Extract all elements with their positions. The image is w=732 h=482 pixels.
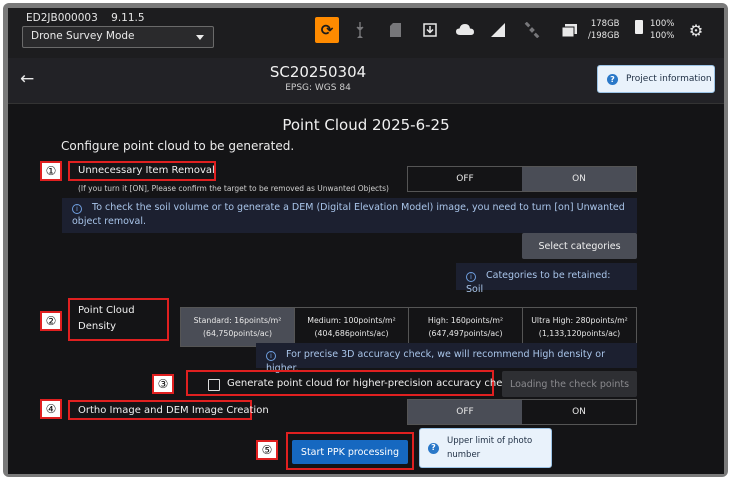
start-ppk-button[interactable]: Start PPK processing (292, 440, 408, 464)
signal-icon (486, 17, 510, 43)
density-label-line2: Density (78, 321, 117, 332)
device-id: ED2JB000003 (26, 12, 98, 24)
soil-volume-info-text: To check the soil volume or to generate … (72, 202, 625, 227)
info-icon: i (72, 204, 82, 214)
select-categories-button[interactable]: Select categories (522, 233, 637, 259)
ortho-off-option[interactable]: OFF (408, 400, 522, 424)
density-option-subtext: (1,133,120points/ac) (538, 329, 621, 338)
cloud-icon[interactable] (453, 17, 477, 43)
density-label-line1: Point Cloud (78, 305, 135, 316)
project-info-label: Project information (626, 74, 712, 84)
density-option-high[interactable]: High: 160points/m² (647,497points/ac) (409, 308, 523, 346)
page-title: Point Cloud 2025-6-25 (282, 116, 450, 134)
density-option-text: Standard: 16points/m² (193, 316, 282, 325)
project-title: SC20250304 (269, 63, 367, 81)
accuracy-checkbox[interactable] (208, 379, 220, 391)
density-info: i For precise 3D accuracy check, we will … (256, 343, 637, 374)
storage-readout: 178GB /198GB (588, 18, 620, 42)
satellite-icon[interactable] (520, 17, 544, 43)
mode-select[interactable]: Drone Survey Mode (22, 26, 214, 48)
project-crs: EPSG: WGS 84 (285, 83, 351, 93)
density-option-subtext: (404,686points/ac) (314, 329, 389, 338)
density-option-text: Ultra High: 280points/m² (531, 316, 628, 325)
ortho-dem-toggle: OFF ON (407, 399, 637, 425)
battery-level-2: 100% (650, 31, 675, 41)
sd-card-icon[interactable] (383, 17, 407, 43)
unnecessary-removal-note: (If you turn it [ON], Please confirm the… (78, 184, 389, 193)
battery-icon (635, 20, 643, 34)
accuracy-checkbox-label[interactable]: Generate point cloud for higher-precisio… (227, 378, 517, 389)
project-info-button[interactable]: ? Project information (597, 65, 715, 93)
unnecessary-off-option[interactable]: OFF (408, 167, 522, 191)
share-icon[interactable]: ⟳ (315, 17, 339, 43)
page-subtitle: Configure point cloud to be generated. (61, 139, 295, 153)
density-option-medium[interactable]: Medium: 100points/m² (404,686points/ac) (295, 308, 409, 346)
density-option-text: Medium: 100points/m² (307, 316, 396, 325)
unnecessary-removal-label: Unnecessary Item Removal (78, 165, 215, 176)
battery-level-1: 100% (650, 19, 675, 29)
upper-limit-tooltip[interactable]: ? Upper limit of photo number (419, 428, 552, 468)
soil-volume-info: i To check the soil volume or to generate… (62, 198, 637, 233)
load-check-points-button[interactable]: Loading the check points (502, 371, 637, 397)
density-option-standard[interactable]: Standard: 16points/m² (64,750points/ac) (181, 308, 295, 346)
question-icon: ? (607, 73, 618, 85)
marker-1: ① (40, 161, 62, 181)
project-header: ← SC20250304 EPSG: WGS 84 ? Project info… (8, 58, 724, 104)
unnecessary-on-option[interactable]: ON (522, 167, 636, 191)
ortho-dem-label: Ortho Image and DEM Image Creation (78, 405, 269, 416)
density-selector: Standard: 16points/m² (64,750points/ac) … (180, 307, 637, 347)
storage-icon (557, 17, 581, 43)
ortho-on-option[interactable]: ON (522, 400, 636, 424)
info-icon: i (266, 351, 276, 361)
density-option-text: High: 160points/m² (427, 316, 504, 325)
status-bar: ED2JB000003 9.11.5 Drone Survey Mode ⟳ 1… (8, 8, 724, 58)
marker-4: ④ (40, 399, 62, 419)
screen: ED2JB000003 9.11.5 Drone Survey Mode ⟳ 1… (8, 8, 724, 474)
density-option-subtext: (647,497points/ac) (428, 329, 503, 338)
density-option-ultra-high[interactable]: Ultra High: 280points/m² (1,133,120point… (523, 308, 636, 346)
storage-total: /198GB (588, 31, 620, 41)
mode-select-value: Drone Survey Mode (31, 30, 135, 42)
question-icon: ? (428, 442, 439, 454)
download-icon[interactable] (418, 17, 442, 43)
marker-5: ⑤ (256, 440, 278, 460)
categories-retained-text: Categories to be retained: Soil (466, 270, 611, 295)
density-option-subtext: (64,750points/ac) (202, 329, 272, 338)
unnecessary-removal-toggle: OFF ON (407, 166, 637, 192)
chevron-down-icon (196, 35, 204, 40)
marker-2: ② (40, 311, 62, 331)
device-info: ED2JB000003 9.11.5 (26, 12, 155, 24)
gear-icon[interactable]: ⚙ (684, 17, 708, 43)
app-version: 9.11.5 (111, 12, 145, 24)
upper-limit-line2: number (447, 450, 481, 460)
info-icon: i (466, 272, 476, 282)
marker-3: ③ (152, 374, 174, 394)
usb-icon[interactable] (348, 17, 372, 43)
categories-retained-info: i Categories to be retained: Soil (456, 263, 637, 295)
battery-readout: 100% 100% (650, 18, 674, 42)
storage-used: 178GB (590, 19, 620, 29)
upper-limit-line1: Upper limit of photo (447, 436, 533, 446)
